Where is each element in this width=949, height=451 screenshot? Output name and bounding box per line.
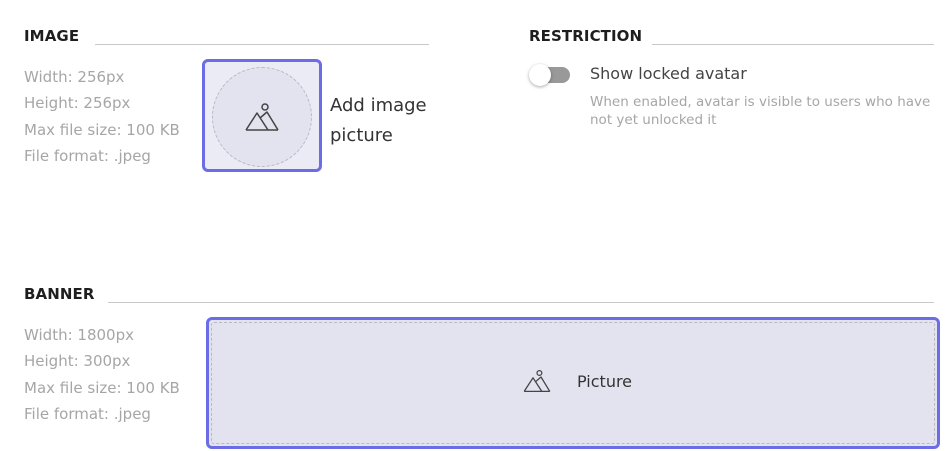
add-image-label[interactable]: Add image picture [330, 91, 450, 151]
banner-specs: Width: 1800px Height: 300px Max file siz… [24, 322, 180, 427]
show-locked-avatar-label: Show locked avatar [590, 64, 747, 83]
banner-section-divider [108, 302, 934, 303]
toggle-knob [529, 64, 551, 86]
image-spec-width: Width: 256px [24, 68, 125, 86]
banner-section-title: BANNER [24, 285, 95, 303]
image-placeholder-icon [245, 103, 279, 131]
image-spec-max-size: Max file size: 100 KB [24, 120, 180, 139]
image-spec-height: Height: 256px [24, 94, 131, 113]
image-preview-circle [212, 67, 312, 167]
banner-spec-width: Width: 1800px [24, 326, 134, 344]
banner-spec-height: Height: 300px [24, 352, 131, 371]
banner-spec-format: File format: .jpeg [24, 404, 151, 423]
restriction-section-divider [652, 44, 934, 45]
banner-upload-dropzone[interactable]: Picture [206, 317, 940, 449]
restriction-section-title: RESTRICTION [529, 27, 643, 45]
image-section-divider [95, 44, 429, 45]
image-placeholder-icon [523, 369, 551, 393]
image-spec-format: File format: .jpeg [24, 146, 151, 165]
show-locked-avatar-toggle[interactable] [528, 64, 572, 86]
banner-upload-label: Picture [577, 371, 633, 391]
show-locked-avatar-description: When enabled, avatar is visible to users… [590, 94, 931, 128]
image-specs: Width: 256px Height: 256px Max file size… [24, 64, 180, 169]
image-upload-dropzone[interactable] [202, 59, 322, 172]
banner-spec-max-size: Max file size: 100 KB [24, 378, 180, 397]
image-section-title: IMAGE [24, 27, 80, 45]
banner-upload-content: Picture [522, 369, 632, 393]
